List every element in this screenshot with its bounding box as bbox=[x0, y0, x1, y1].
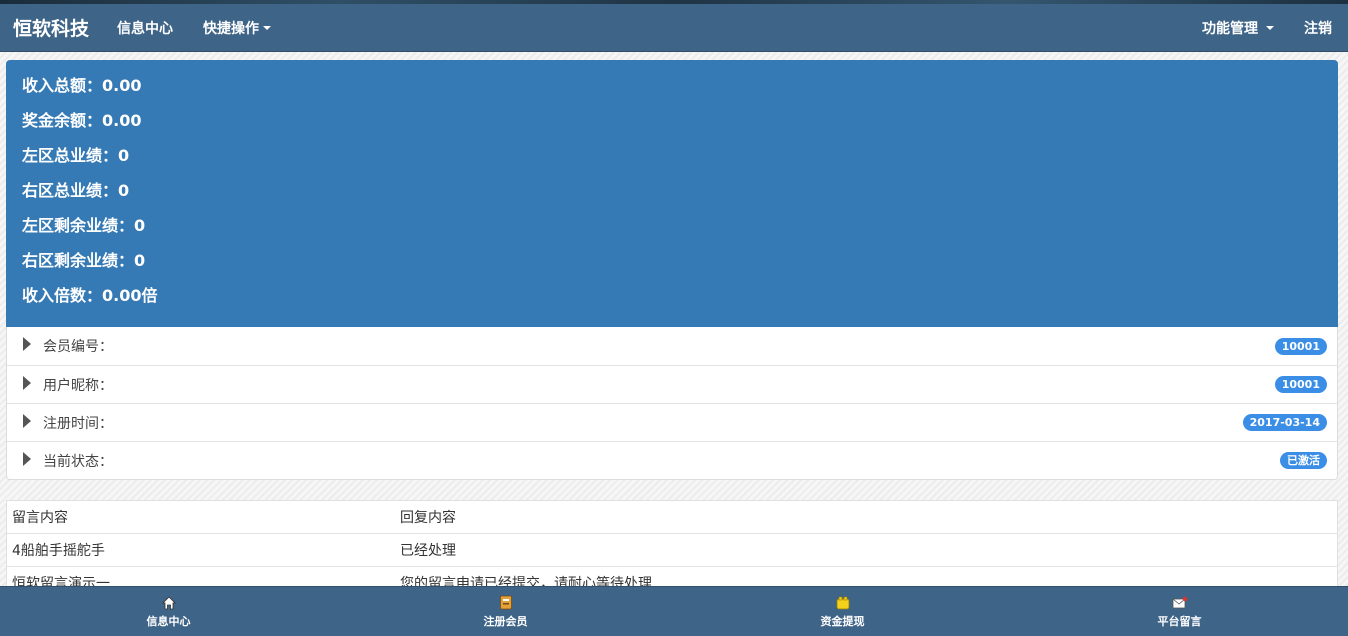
message-cell: 4船舶手摇舵手 bbox=[12, 543, 105, 559]
tab-platform-message[interactable]: 平台留言 bbox=[1011, 587, 1348, 636]
wallet-icon bbox=[835, 595, 851, 611]
info-label: 当前状态： bbox=[43, 453, 113, 470]
caret-down-icon bbox=[263, 25, 272, 30]
home-icon bbox=[161, 595, 177, 611]
nav-quick-actions-label: 快捷操作 bbox=[203, 20, 260, 37]
tab-label: 资金提现 bbox=[820, 614, 865, 628]
nav-right-group: 功能管理 注销 bbox=[1172, 18, 1348, 38]
stat-income-multiple: 收入倍数：0.00倍 bbox=[22, 286, 158, 305]
tab-label: 信息中心 bbox=[146, 614, 191, 628]
tab-withdraw[interactable]: 资金提现 bbox=[674, 587, 1011, 636]
bottom-tab-bar: 信息中心 注册会员 资金提现 平台留言 bbox=[0, 586, 1348, 636]
tab-register-member[interactable]: 注册会员 bbox=[337, 587, 674, 636]
member-info-list: 会员编号： 10001 用户昵称： 10001 注册时间： 2017-03-14… bbox=[6, 327, 1338, 480]
info-badge: 2017-03-14 bbox=[1242, 414, 1327, 431]
logout-link[interactable]: 注销 bbox=[1304, 18, 1332, 38]
table-row[interactable]: 4船舶手摇舵手 已经处理 bbox=[7, 534, 1337, 567]
info-row-member-id[interactable]: 会员编号： 10001 bbox=[7, 327, 1337, 365]
caret-right-icon bbox=[23, 375, 31, 390]
stat-total-income: 收入总额：0.00 bbox=[22, 76, 142, 95]
info-row-nickname[interactable]: 用户昵称： 10001 bbox=[7, 365, 1337, 403]
brand-logo[interactable]: 恒软科技 bbox=[13, 14, 89, 41]
caret-right-icon bbox=[23, 337, 31, 351]
register-book-icon bbox=[498, 595, 514, 611]
status-badge: 已激活 bbox=[1280, 452, 1327, 469]
caret-down-icon bbox=[1266, 25, 1274, 30]
tab-label: 平台留言 bbox=[1157, 614, 1202, 628]
stat-right-remaining-performance: 右区剩余业绩：0 bbox=[22, 251, 146, 270]
stat-left-remaining-performance: 左区剩余业绩：0 bbox=[22, 216, 146, 235]
nav-info-center[interactable]: 信息中心 bbox=[117, 18, 173, 38]
info-label: 用户昵称： bbox=[43, 377, 113, 394]
column-header-message: 留言内容 bbox=[12, 510, 68, 526]
message-table: 留言内容 回复内容 4船舶手摇舵手 已经处理 恒软留言演示一 您的留言申请已经提… bbox=[6, 500, 1338, 590]
nav-info-center-label: 信息中心 bbox=[117, 20, 174, 37]
info-row-register-time[interactable]: 注册时间： 2017-03-14 bbox=[7, 403, 1337, 441]
stat-bonus-balance: 奖金余额：0.00 bbox=[22, 111, 142, 130]
stat-left-total-performance: 左区总业绩：0 bbox=[22, 146, 130, 165]
caret-right-icon bbox=[23, 451, 31, 466]
tab-label: 注册会员 bbox=[483, 614, 528, 628]
tab-info-center[interactable]: 信息中心 bbox=[0, 587, 337, 636]
info-label: 注册时间： bbox=[43, 415, 113, 432]
info-badge: 10001 bbox=[1274, 376, 1327, 393]
nav-quick-actions-dropdown[interactable]: 快捷操作 bbox=[203, 18, 272, 38]
table-header-row: 留言内容 回复内容 bbox=[7, 501, 1337, 534]
stat-right-total-performance: 右区总业绩：0 bbox=[22, 181, 130, 200]
logout-label: 注销 bbox=[1304, 20, 1332, 37]
mail-icon bbox=[1172, 595, 1188, 611]
column-header-reply: 回复内容 bbox=[400, 510, 456, 526]
info-badge: 10001 bbox=[1274, 337, 1327, 355]
reply-cell: 已经处理 bbox=[400, 543, 456, 559]
nav-function-management-dropdown[interactable]: 功能管理 bbox=[1202, 18, 1274, 38]
stats-panel: 收入总额：0.00 奖金余额：0.00 左区总业绩：0 右区总业绩：0 左区剩余… bbox=[6, 60, 1338, 328]
nav-function-management-label: 功能管理 bbox=[1202, 20, 1258, 37]
caret-right-icon bbox=[23, 413, 31, 428]
top-navbar: 恒软科技 信息中心 快捷操作 功能管理 注销 bbox=[0, 4, 1348, 52]
info-row-status[interactable]: 当前状态： 已激活 bbox=[7, 441, 1337, 479]
info-label: 会员编号： bbox=[43, 339, 113, 355]
